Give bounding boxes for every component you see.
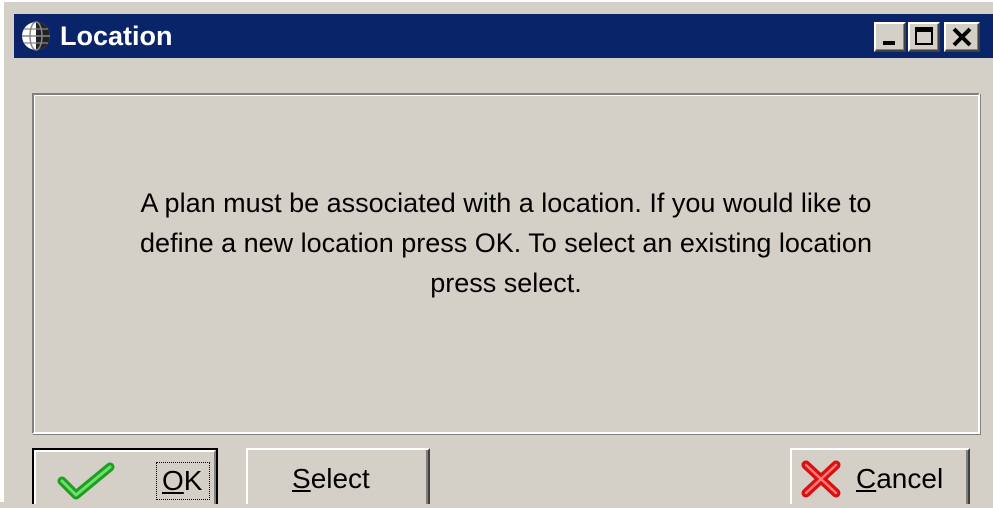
- ok-button-face: OK: [34, 450, 216, 504]
- minimize-button[interactable]: [874, 22, 906, 52]
- cancel-button-label: Cancel: [856, 463, 944, 494]
- maximize-icon: [915, 27, 933, 45]
- message-line-1: A plan must be associated with a locatio…: [140, 188, 872, 218]
- cancel-button[interactable]: Cancel: [790, 448, 970, 504]
- maximize-button[interactable]: [908, 22, 940, 52]
- checkmark-icon: [56, 461, 116, 508]
- select-button[interactable]: Select: [246, 448, 430, 504]
- window-title: Location: [60, 21, 173, 51]
- message-panel: A plan must be associated with a locatio…: [32, 93, 980, 434]
- x-icon: [800, 459, 842, 506]
- dialog-window: Location A plan must be associated with …: [0, 0, 993, 504]
- close-button[interactable]: [944, 22, 980, 52]
- minimize-icon: [883, 41, 895, 45]
- message-line-3: press select.: [430, 268, 582, 298]
- close-icon: [952, 27, 972, 47]
- message-line-2: define a new location press OK. To selec…: [140, 228, 872, 258]
- select-button-label: Select: [292, 463, 370, 494]
- ok-button[interactable]: OK: [32, 448, 218, 504]
- message-text: A plan must be associated with a locatio…: [34, 183, 978, 303]
- globe-icon: [20, 20, 52, 52]
- title-bar[interactable]: Location: [14, 14, 993, 58]
- ok-button-label: OK: [162, 465, 203, 496]
